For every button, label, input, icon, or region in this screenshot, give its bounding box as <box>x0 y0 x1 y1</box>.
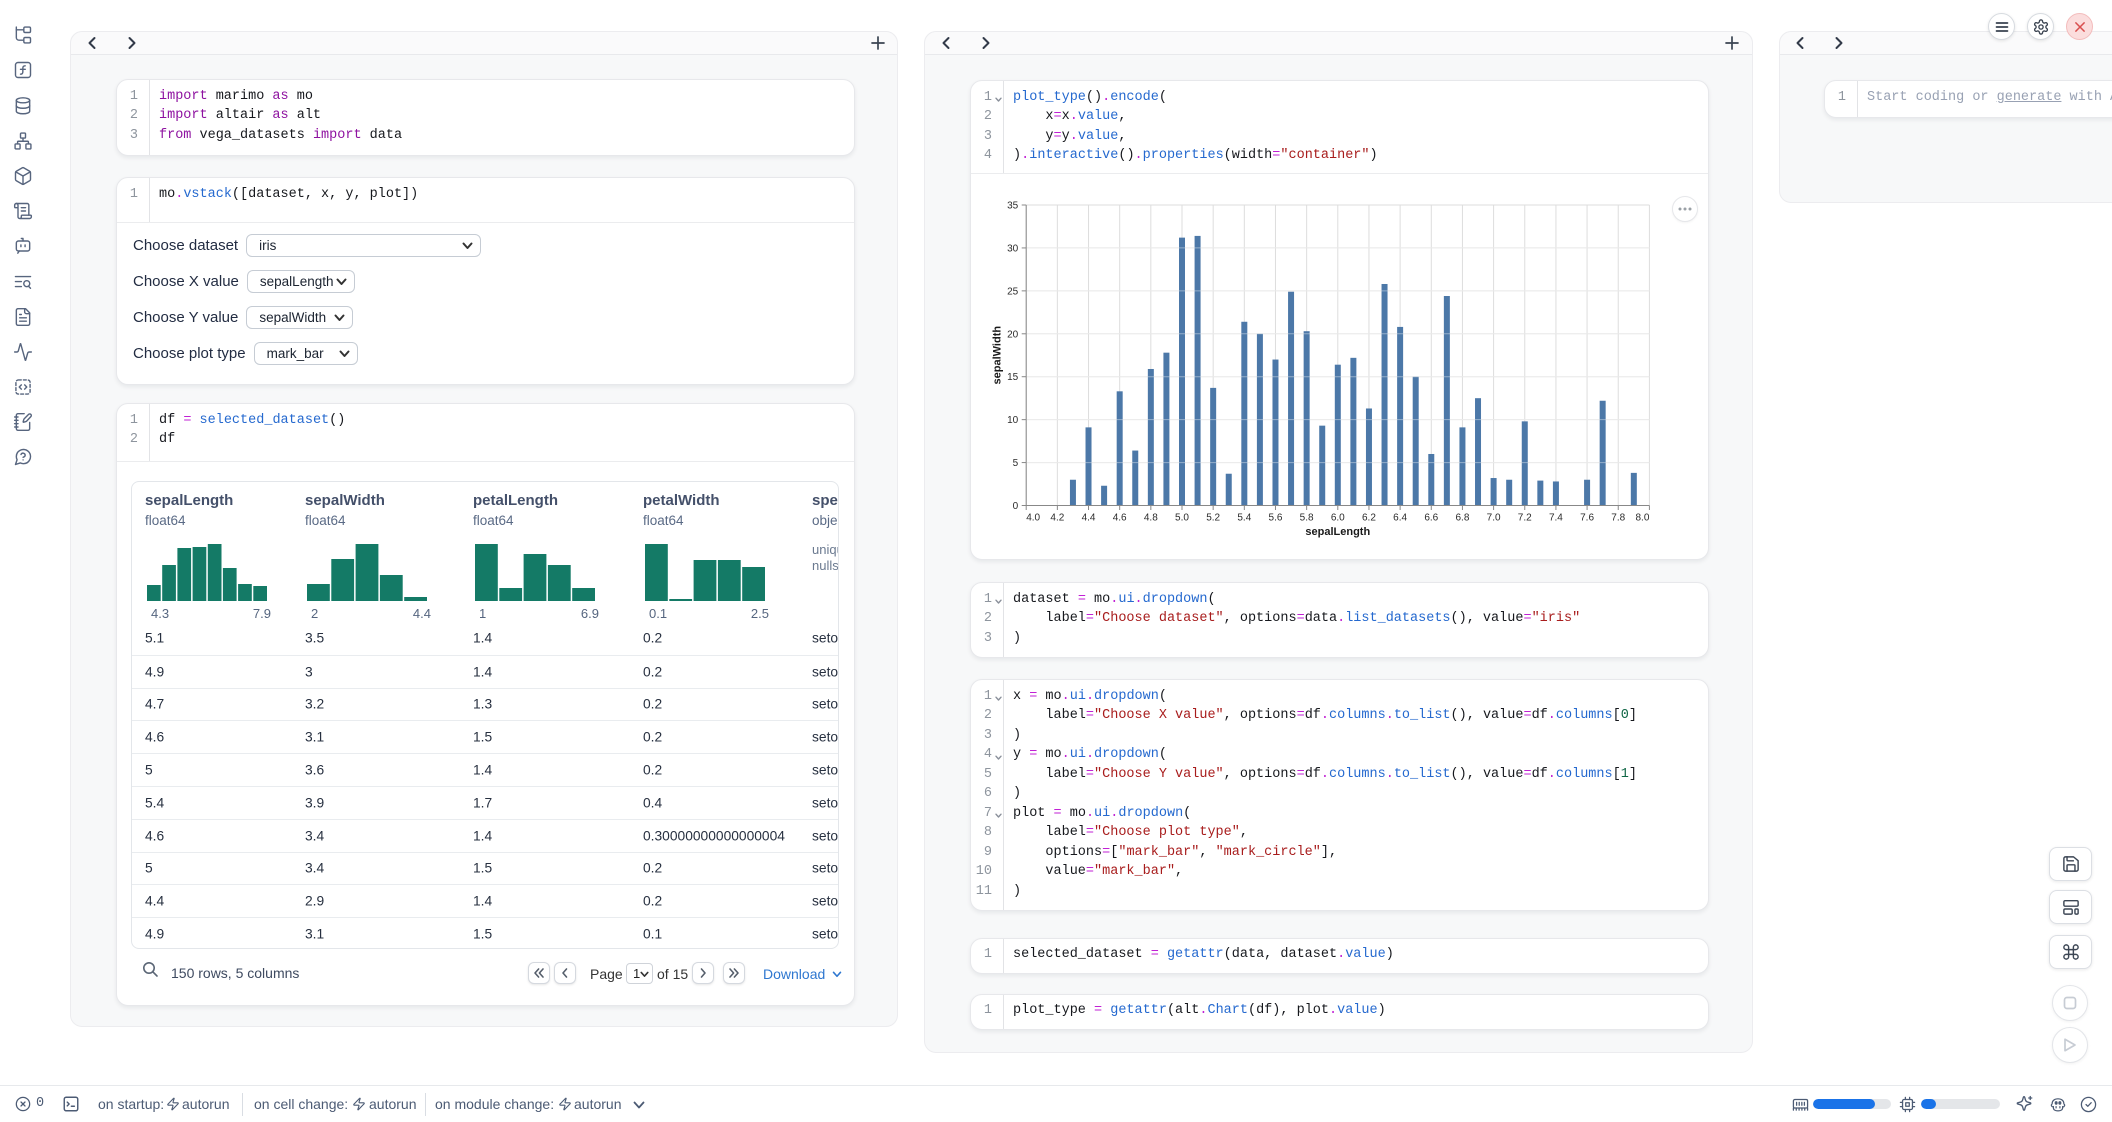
svg-text:5.6: 5.6 <box>1269 513 1283 524</box>
svg-text:4.0: 4.0 <box>1026 513 1040 524</box>
svg-text:7.8: 7.8 <box>1611 513 1625 524</box>
svg-text:10: 10 <box>1007 415 1019 426</box>
svg-text:35: 35 <box>1007 201 1019 212</box>
svg-text:5.8: 5.8 <box>1300 513 1314 524</box>
svg-text:4.6: 4.6 <box>1113 513 1127 524</box>
svg-text:sepalLength: sepalLength <box>1305 526 1370 538</box>
svg-text:5: 5 <box>1013 458 1019 469</box>
svg-text:6.6: 6.6 <box>1424 513 1438 524</box>
svg-text:5.0: 5.0 <box>1175 513 1189 524</box>
svg-text:sepalWidth: sepalWidth <box>992 326 1004 385</box>
svg-text:25: 25 <box>1007 286 1019 297</box>
svg-text:6.4: 6.4 <box>1393 513 1407 524</box>
svg-text:8.0: 8.0 <box>1635 513 1649 524</box>
svg-text:15: 15 <box>1007 372 1019 383</box>
svg-text:4.4: 4.4 <box>1082 513 1096 524</box>
svg-text:6.2: 6.2 <box>1362 513 1376 524</box>
svg-text:4.2: 4.2 <box>1050 513 1064 524</box>
svg-text:5.2: 5.2 <box>1206 513 1220 524</box>
svg-text:4.8: 4.8 <box>1144 513 1158 524</box>
svg-text:6.0: 6.0 <box>1331 513 1345 524</box>
svg-text:7.4: 7.4 <box>1549 513 1563 524</box>
svg-text:7.6: 7.6 <box>1580 513 1594 524</box>
svg-text:7.0: 7.0 <box>1487 513 1501 524</box>
svg-text:5.4: 5.4 <box>1237 513 1251 524</box>
svg-text:6.8: 6.8 <box>1455 513 1469 524</box>
svg-text:30: 30 <box>1007 243 1019 254</box>
svg-text:7.2: 7.2 <box>1518 513 1532 524</box>
svg-text:0: 0 <box>1013 501 1019 512</box>
svg-text:20: 20 <box>1007 329 1019 340</box>
